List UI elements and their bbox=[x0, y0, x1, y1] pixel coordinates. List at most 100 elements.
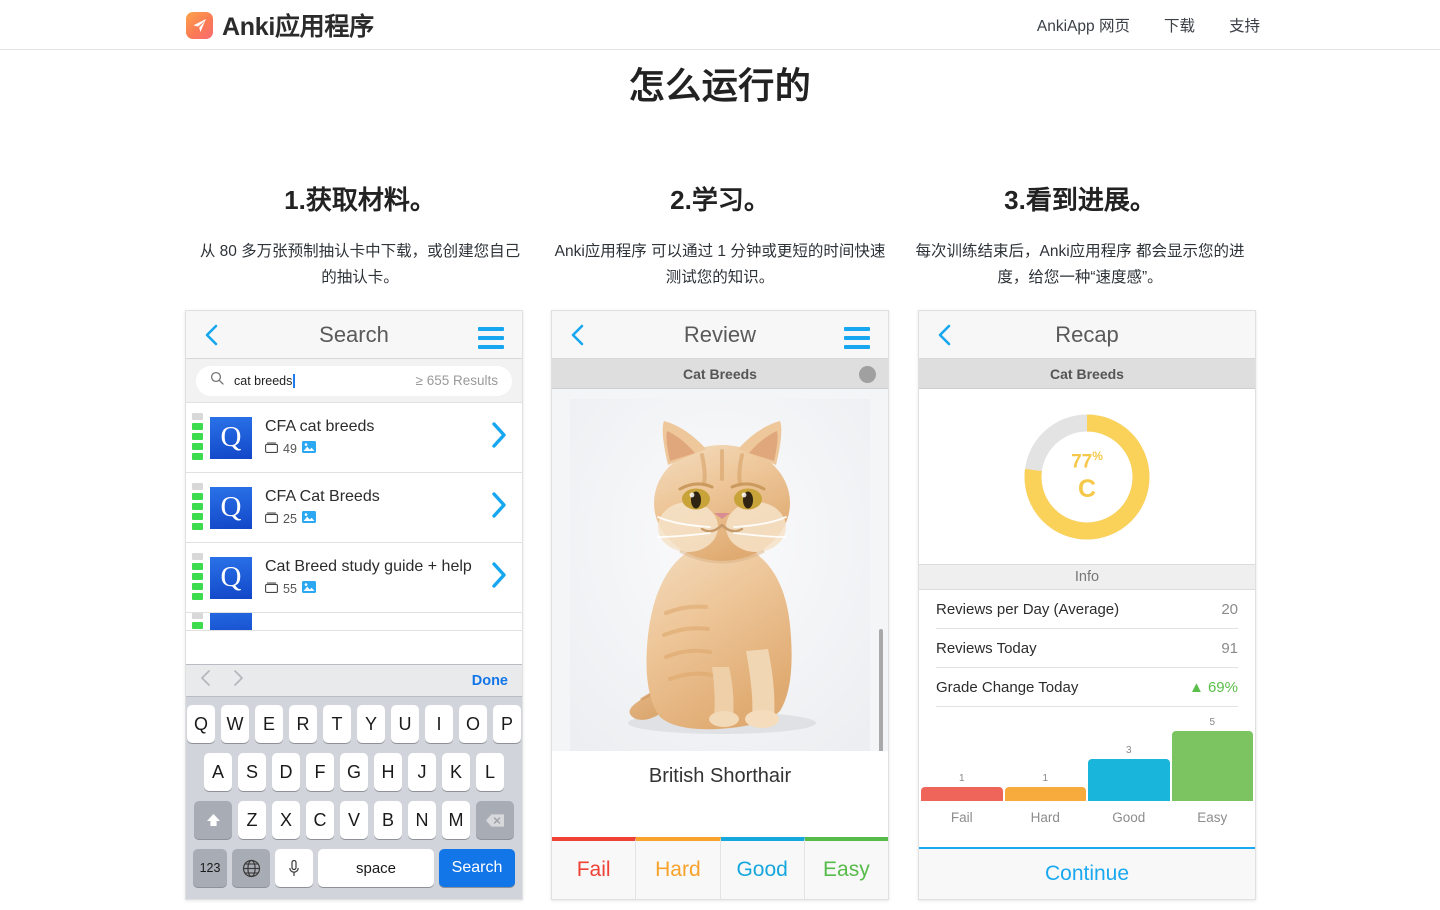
key-v[interactable]: V bbox=[340, 801, 368, 839]
phone-mockup-search: Search cat breeds ≥ 655 Results Q CFA ca… bbox=[185, 310, 523, 900]
phone-screenshots: Search cat breeds ≥ 655 Results Q CFA ca… bbox=[0, 310, 1440, 910]
review-deck-banner: Cat Breeds bbox=[552, 359, 888, 389]
brand-title: Anki应用程序 bbox=[222, 13, 374, 41]
key-z[interactable]: Z bbox=[238, 801, 266, 839]
chevron-right-icon[interactable] bbox=[490, 421, 508, 454]
key-a[interactable]: A bbox=[204, 753, 232, 791]
bar-hard bbox=[1004, 787, 1086, 801]
flashcard-image-area bbox=[552, 389, 888, 751]
globe-language-icon[interactable] bbox=[232, 849, 270, 887]
key-o[interactable]: O bbox=[459, 705, 487, 743]
key-search-go[interactable]: Search bbox=[439, 849, 515, 887]
key-p[interactable]: P bbox=[493, 705, 521, 743]
deck-results-list: Q CFA cat breeds 49 Q CFA Cat Breeds 25 … bbox=[186, 403, 522, 631]
chevron-right-icon[interactable] bbox=[490, 561, 508, 594]
chevron-left-icon[interactable] bbox=[570, 324, 584, 351]
key-h[interactable]: H bbox=[374, 753, 402, 791]
key-w[interactable]: W bbox=[221, 705, 249, 743]
list-item-partial[interactable] bbox=[186, 613, 522, 631]
key-k[interactable]: K bbox=[442, 753, 470, 791]
deck-badge-icon: Q bbox=[210, 556, 252, 599]
deck-rating-bars bbox=[192, 613, 203, 630]
info-value-trend: ▲ 69% bbox=[1189, 679, 1238, 696]
paper-plane-icon bbox=[186, 11, 213, 39]
card-stack-icon bbox=[265, 510, 278, 528]
bar-column-good: 3 bbox=[1088, 745, 1170, 801]
chevron-right-icon[interactable] bbox=[233, 669, 244, 692]
key-u[interactable]: U bbox=[391, 705, 419, 743]
chevron-left-icon[interactable] bbox=[204, 324, 218, 351]
search-header-title: Search bbox=[319, 321, 389, 347]
deck-badge-icon bbox=[210, 613, 252, 630]
review-header-bar: Review bbox=[552, 311, 888, 359]
key-i[interactable]: I bbox=[425, 705, 453, 743]
list-item[interactable]: Q CFA cat breeds 49 bbox=[186, 403, 522, 473]
key-r[interactable]: R bbox=[289, 705, 317, 743]
bar-label-easy: Easy bbox=[1197, 810, 1228, 825]
backspace-delete-icon[interactable] bbox=[476, 801, 514, 839]
text-cursor bbox=[293, 373, 296, 388]
key-y[interactable]: Y bbox=[357, 705, 385, 743]
deck-badge-icon: Q bbox=[210, 486, 252, 529]
column-title: 1.获取材料。 bbox=[284, 185, 436, 215]
shift-up-arrow-icon[interactable] bbox=[194, 801, 232, 839]
key-g[interactable]: G bbox=[340, 753, 368, 791]
key-f[interactable]: F bbox=[306, 753, 334, 791]
keyboard-row-2: A S D F G H J K L bbox=[189, 753, 519, 791]
deck-card-count: 55 bbox=[283, 581, 297, 596]
info-value: 20 bbox=[1221, 600, 1238, 618]
chevron-left-icon[interactable] bbox=[937, 324, 951, 351]
key-j[interactable]: J bbox=[408, 753, 436, 791]
keyboard-row-4: 123 space Search bbox=[189, 849, 519, 887]
chevron-right-icon[interactable] bbox=[490, 491, 508, 524]
key-s[interactable]: S bbox=[238, 753, 266, 791]
recap-header-bar: Recap bbox=[919, 311, 1255, 359]
key-b[interactable]: B bbox=[374, 801, 402, 839]
deck-card-count: 49 bbox=[283, 441, 297, 456]
key-l[interactable]: L bbox=[476, 753, 504, 791]
key-t[interactable]: T bbox=[323, 705, 351, 743]
grade-button-good[interactable]: Good bbox=[720, 837, 805, 899]
search-query-text: cat breeds bbox=[234, 373, 293, 388]
grade-distribution-chart: 1 1 3 5 Fail Hard Good Easy bbox=[919, 713, 1255, 833]
bar-column-fail: 1 bbox=[921, 773, 1003, 801]
microphone-icon[interactable] bbox=[275, 849, 313, 887]
vertical-scrollbar[interactable] bbox=[879, 629, 883, 751]
search-input[interactable]: cat breeds ≥ 655 Results bbox=[196, 365, 512, 396]
deck-info: CFA cat breeds 49 bbox=[265, 418, 490, 458]
key-m[interactable]: M bbox=[442, 801, 470, 839]
keyboard-nav-arrows bbox=[200, 669, 244, 692]
key-x[interactable]: X bbox=[272, 801, 300, 839]
bar-fail bbox=[921, 787, 1003, 801]
grade-button-easy[interactable]: Easy bbox=[804, 837, 888, 899]
nav-link-ankiapp-web[interactable]: AnkiApp 网页 bbox=[1037, 14, 1130, 36]
hamburger-menu-icon[interactable] bbox=[844, 327, 870, 349]
recap-deck-name: Cat Breeds bbox=[1050, 365, 1124, 382]
column-description: 从 80 多万张预制抽认卡中下载，或创建您自己的抽认卡。 bbox=[199, 243, 521, 286]
top-navigation-bar: Anki应用程序 AnkiApp 网页 下载 支持 bbox=[0, 0, 1440, 50]
key-d[interactable]: D bbox=[272, 753, 300, 791]
grade-button-hard[interactable]: Hard bbox=[636, 837, 721, 899]
list-item[interactable]: Q Cat Breed study guide + help 55 bbox=[186, 543, 522, 613]
keyboard-done-button[interactable]: Done bbox=[472, 673, 508, 689]
nav-link-support[interactable]: 支持 bbox=[1229, 14, 1260, 36]
key-space[interactable]: space bbox=[318, 849, 434, 887]
phone-mockup-review: Review Cat Breeds British Shorthair Fail… bbox=[551, 310, 889, 900]
deck-card-count: 25 bbox=[283, 511, 297, 526]
deck-name: CFA Cat Breeds bbox=[265, 487, 380, 505]
list-item[interactable]: Q CFA Cat Breeds 25 bbox=[186, 473, 522, 543]
brand-logo-group[interactable]: Anki应用程序 bbox=[186, 7, 374, 43]
grade-percent: 77% bbox=[1071, 449, 1103, 473]
nav-link-download[interactable]: 下载 bbox=[1164, 14, 1195, 36]
hamburger-menu-icon[interactable] bbox=[478, 327, 504, 349]
keyboard-keys: Q W E R T Y U I O P A S D F G H J K L Z … bbox=[186, 697, 522, 899]
continue-button[interactable]: Continue bbox=[919, 847, 1255, 899]
key-numeric-toggle[interactable]: 123 bbox=[193, 849, 227, 887]
key-c[interactable]: C bbox=[306, 801, 334, 839]
key-q[interactable]: Q bbox=[187, 705, 215, 743]
grade-button-fail[interactable]: Fail bbox=[552, 837, 637, 899]
bar-column-easy: 5 bbox=[1171, 717, 1253, 801]
chevron-left-icon[interactable] bbox=[200, 669, 211, 692]
key-n[interactable]: N bbox=[408, 801, 436, 839]
key-e[interactable]: E bbox=[255, 705, 283, 743]
